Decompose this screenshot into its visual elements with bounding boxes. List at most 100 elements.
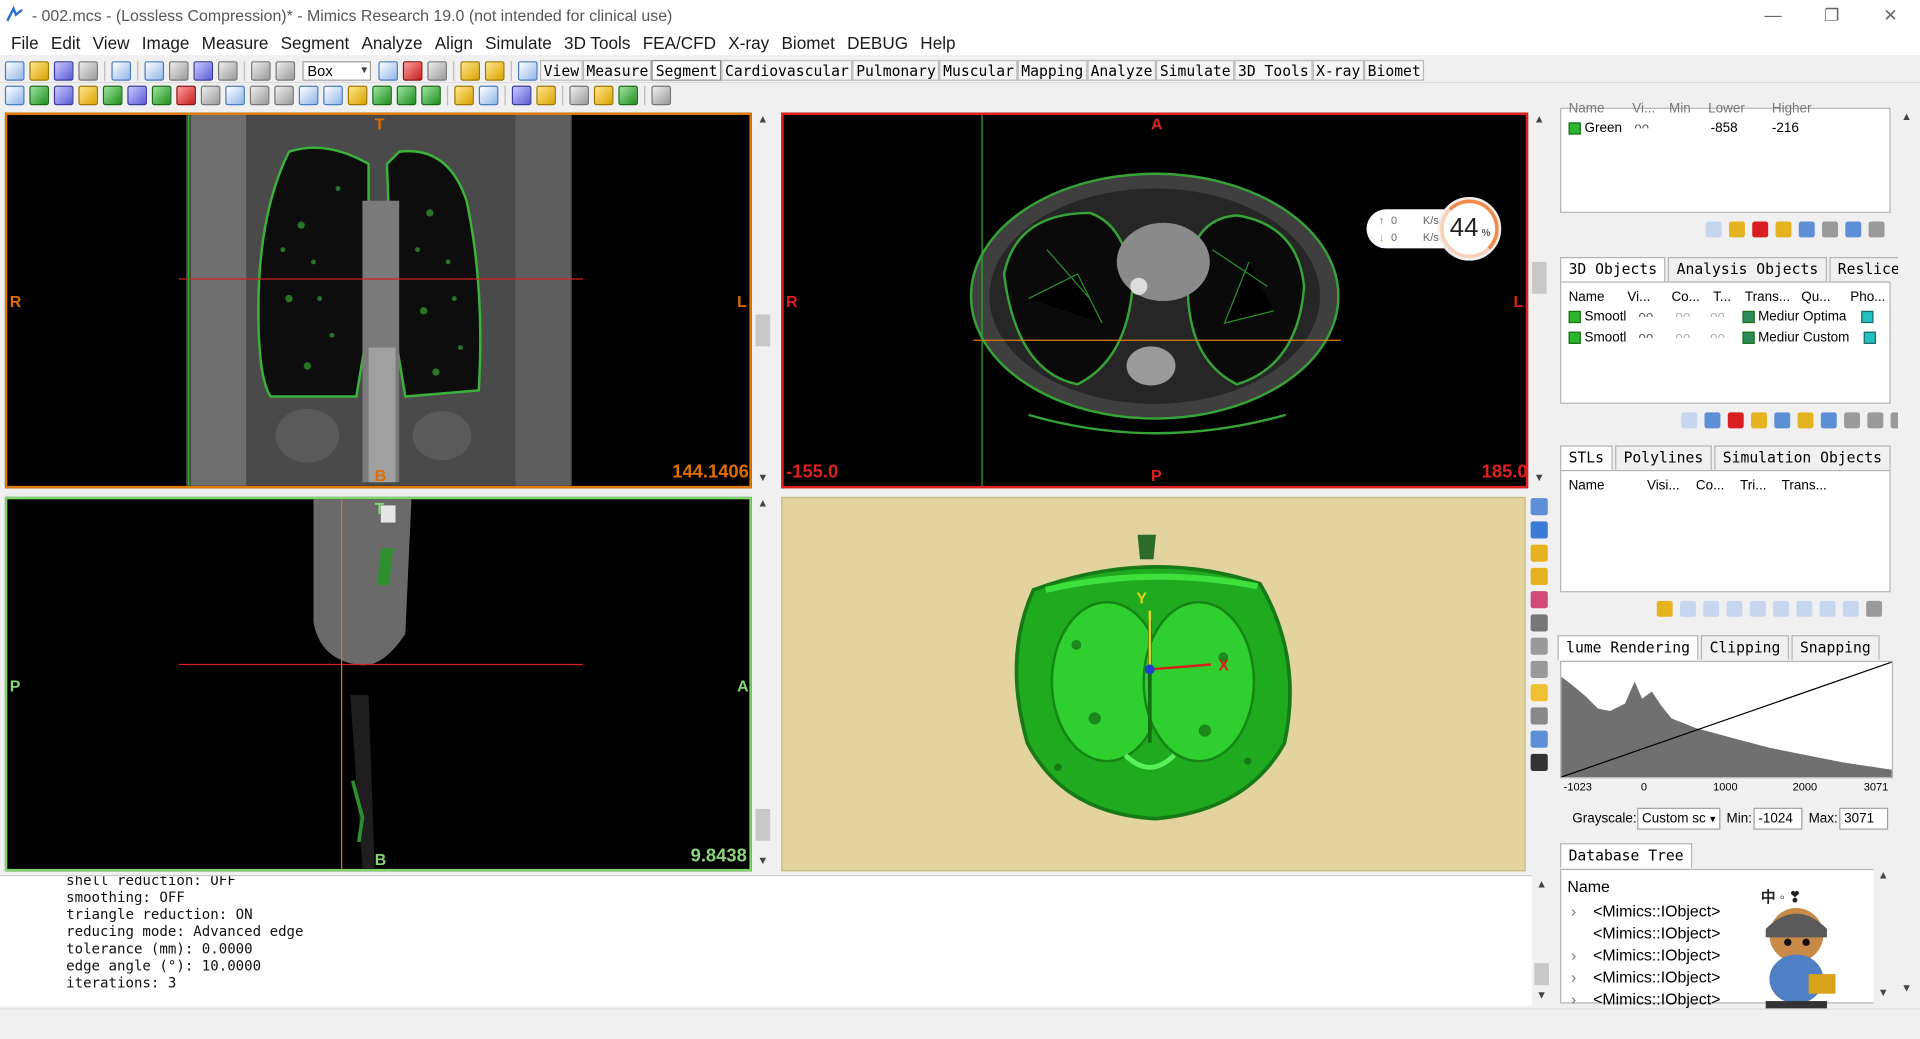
- menu-view[interactable]: View: [87, 32, 136, 52]
- new-object-icon[interactable]: [1681, 412, 1698, 429]
- zoom-fit-icon[interactable]: [427, 60, 447, 81]
- tag-icon[interactable]: [536, 85, 556, 106]
- scroll-up-icon[interactable]: ▲: [753, 113, 773, 130]
- clipping-icon[interactable]: [1530, 684, 1548, 702]
- info-icon[interactable]: [460, 60, 481, 81]
- reset-object-icon[interactable]: [1867, 412, 1884, 429]
- tree-item[interactable]: › <Mimics::IObject>: [1571, 990, 1720, 1008]
- scroll-up-icon[interactable]: ▲: [753, 497, 773, 514]
- scroll-thumb[interactable]: [755, 314, 771, 347]
- new-file-icon[interactable]: [4, 60, 25, 81]
- tab-analyze[interactable]: Analyze: [1086, 59, 1157, 81]
- move-object-icon[interactable]: [1844, 412, 1861, 429]
- menu-align[interactable]: Align: [429, 32, 479, 52]
- scroll-down-icon[interactable]: ▼: [1873, 986, 1893, 1003]
- erase-mask-icon[interactable]: [1822, 221, 1838, 238]
- view-orientation-icon[interactable]: [1530, 544, 1548, 562]
- reset-stl-icon[interactable]: [1842, 600, 1859, 617]
- visibility-icon[interactable]: [1530, 707, 1548, 725]
- axial-scrollbar[interactable]: ▲ ▼: [1529, 112, 1549, 489]
- transparency-icon[interactable]: [1530, 614, 1548, 632]
- pan-3d-icon[interactable]: [1530, 660, 1548, 678]
- tab-3d-tools[interactable]: 3D Tools: [1234, 59, 1313, 81]
- triangle-icon[interactable]: ᴖᴖ: [1710, 310, 1725, 325]
- smooth-object-icon[interactable]: [1820, 412, 1837, 429]
- menu-debug[interactable]: DEBUG: [841, 32, 914, 52]
- restore-button[interactable]: ❐: [1802, 0, 1861, 29]
- scroll-thumb[interactable]: [755, 808, 771, 841]
- thresholding-icon[interactable]: [29, 85, 49, 106]
- menu-image[interactable]: Image: [136, 32, 196, 52]
- pencil-icon[interactable]: [249, 85, 270, 106]
- wrap-icon[interactable]: [396, 85, 417, 106]
- measure-icon[interactable]: [298, 85, 319, 106]
- min-input[interactable]: [1753, 807, 1803, 830]
- menu-help[interactable]: Help: [914, 32, 962, 52]
- 3d-render-viewport[interactable]: Y X: [781, 496, 1526, 872]
- tab-view[interactable]: View: [540, 59, 583, 81]
- sagittal-scrollbar[interactable]: ▲ ▼: [753, 496, 773, 872]
- scroll-up-icon[interactable]: ▲: [1529, 113, 1549, 130]
- undo-icon[interactable]: [193, 60, 214, 81]
- contour-icon[interactable]: ᴖᴖ: [1675, 310, 1690, 325]
- menu-xray[interactable]: X-ray: [722, 32, 775, 52]
- tab-reslice[interactable]: Reslice: [1829, 256, 1909, 282]
- menu-simulate[interactable]: Simulate: [479, 32, 558, 52]
- menu-analyze[interactable]: Analyze: [355, 32, 428, 52]
- scroll-down-icon[interactable]: ▼: [753, 854, 773, 871]
- tab-simulate[interactable]: Simulate: [1156, 59, 1235, 81]
- smooth-icon[interactable]: [421, 85, 441, 106]
- stack-icon[interactable]: [593, 85, 614, 106]
- tab-cardiovascular[interactable]: Cardiovascular: [721, 59, 853, 81]
- print-icon[interactable]: [78, 60, 98, 81]
- scroll-down-icon[interactable]: ▼: [753, 471, 773, 488]
- grid-icon[interactable]: [1530, 567, 1548, 585]
- draw-icon[interactable]: [274, 85, 294, 106]
- tab-database-tree[interactable]: Database Tree: [1560, 843, 1693, 868]
- glasses-icon[interactable]: ᴖᴖ: [1638, 330, 1653, 345]
- layers-icon[interactable]: [454, 85, 474, 106]
- view-front-icon[interactable]: [1530, 498, 1548, 516]
- mask-checkbox[interactable]: [1568, 122, 1581, 135]
- more-options-icon[interactable]: [1866, 600, 1883, 617]
- tab-mapping[interactable]: Mapping: [1017, 59, 1087, 81]
- sagittal-viewport[interactable]: T B P A 9.8438: [4, 496, 752, 872]
- contour-icon[interactable]: ᴖᴖ: [1675, 330, 1690, 345]
- mask-row[interactable]: Green ᴖᴖ -858 -216: [1568, 121, 1799, 136]
- paste-icon[interactable]: [168, 60, 189, 81]
- mask-properties-icon[interactable]: [1775, 221, 1792, 238]
- render-mode-icon[interactable]: [1530, 753, 1548, 771]
- edit-masks-icon[interactable]: [127, 85, 147, 106]
- move-stl-icon[interactable]: [1819, 600, 1836, 617]
- axes-icon[interactable]: [1530, 730, 1548, 748]
- tree-item[interactable]: › <Mimics::IObject>: [1571, 968, 1720, 986]
- new-mask-icon[interactable]: [1705, 221, 1722, 238]
- tab-xray[interactable]: X-ray: [1312, 59, 1364, 81]
- tree-item[interactable]: › <Mimics::IObject>: [1571, 902, 1720, 920]
- log-scrollbar[interactable]: ▲ ▼: [1531, 875, 1552, 1006]
- 3d-object-row[interactable]: Smootl ᴖᴖ ᴖᴖ ᴖᴖ Mediur Custom: [1568, 330, 1877, 345]
- export-icon[interactable]: [111, 60, 132, 81]
- contrast-icon[interactable]: [484, 60, 505, 81]
- boolean-icon[interactable]: [176, 85, 196, 106]
- layout-icon[interactable]: [517, 60, 538, 81]
- load-stl-icon[interactable]: [1656, 600, 1673, 617]
- tree-item[interactable]: <Mimics::IObject>: [1571, 924, 1720, 942]
- calculate-3d-icon[interactable]: [372, 85, 392, 106]
- redo-icon[interactable]: [217, 60, 238, 81]
- menu-measure[interactable]: Measure: [196, 32, 275, 52]
- max-input[interactable]: [1839, 807, 1889, 830]
- view-cube-icon[interactable]: [1530, 521, 1548, 539]
- crop-mask-icon[interactable]: [200, 85, 221, 106]
- open-file-icon[interactable]: [29, 60, 49, 81]
- more-options-icon[interactable]: [1868, 221, 1885, 238]
- tree-item[interactable]: › <Mimics::IObject>: [1571, 946, 1720, 964]
- menu-edit[interactable]: Edit: [45, 32, 87, 52]
- expand-icon[interactable]: ›: [1571, 946, 1593, 964]
- phong-swatch[interactable]: [1864, 331, 1877, 344]
- paint-icon[interactable]: [1530, 591, 1548, 609]
- tab-volume-rendering[interactable]: lume Rendering: [1557, 635, 1699, 660]
- export-stl-icon[interactable]: [1773, 600, 1789, 617]
- sun-icon[interactable]: [347, 85, 368, 106]
- cursor-icon[interactable]: [569, 85, 589, 106]
